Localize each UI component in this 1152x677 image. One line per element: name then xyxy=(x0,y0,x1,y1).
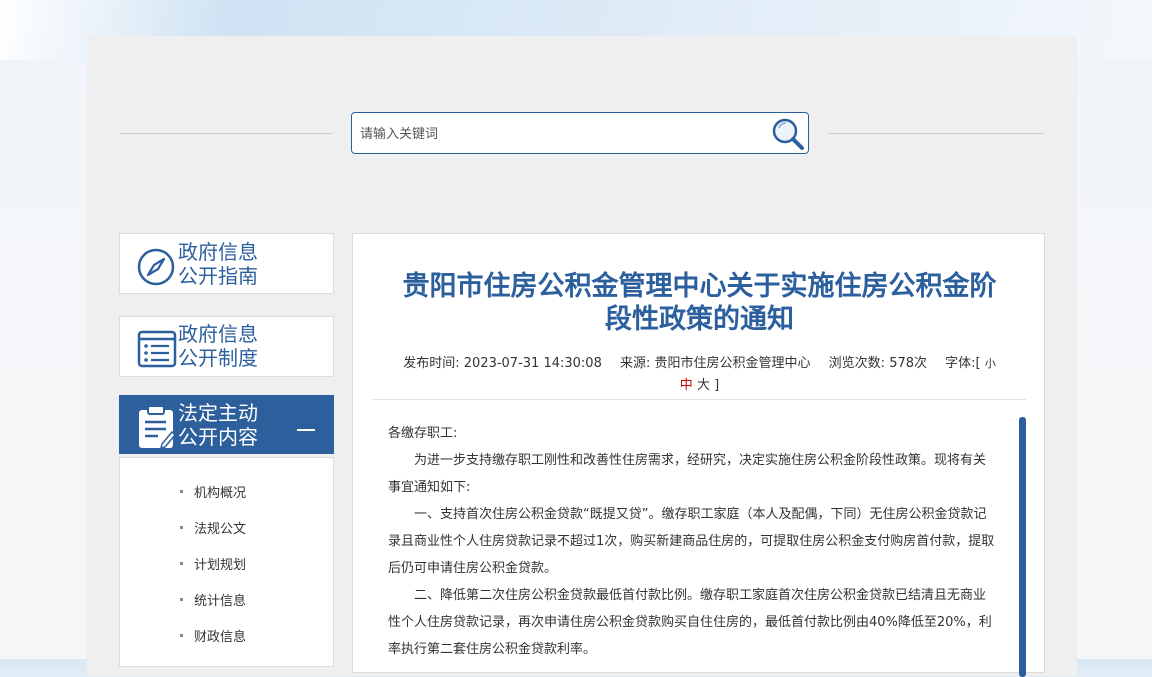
compass-icon xyxy=(137,248,175,286)
sub-menu-item[interactable]: 法规公文 xyxy=(180,518,246,537)
meta-divider xyxy=(373,399,1026,400)
search-divider-left xyxy=(119,133,333,134)
scrollbar[interactable] xyxy=(1019,417,1026,677)
nav-label-content: 法定主动 公开内容 xyxy=(178,401,258,449)
greeting: 各缴存职工: xyxy=(388,426,458,441)
paragraph: 二、降低第二次住房公积金贷款最低首付款比例。缴存职工家庭首次住房公积金贷款已结清… xyxy=(388,588,992,657)
nav-item-content[interactable]: 法定主动 公开内容 xyxy=(119,395,334,454)
bullet-icon xyxy=(180,526,183,529)
bullet-icon xyxy=(180,634,183,637)
source-value: 贵阳市住房公积金管理中心 xyxy=(654,356,811,371)
search-icon xyxy=(772,118,804,150)
article-title: 贵阳市住房公积金管理中心关于实施住房公积金阶 段性政策的通知 xyxy=(402,271,997,335)
sub-menu-item[interactable]: 计划规划 xyxy=(180,554,246,573)
sub-menu: 机构概况 法规公文 计划规划 统计信息 财政信息 xyxy=(119,457,334,667)
article-body: 各缴存职工: 为进一步支持缴存职工刚性和改善性住房需求，经研究，决定实施住房公积… xyxy=(388,420,995,663)
nav-item-system[interactable]: 政府信息 公开制度 xyxy=(119,316,334,377)
nav-label-system: 政府信息 公开制度 xyxy=(178,322,258,370)
search-input[interactable] xyxy=(358,121,762,147)
collapse-icon[interactable] xyxy=(297,429,315,431)
publish-label: 发布时间: xyxy=(403,356,460,371)
sub-menu-item[interactable]: 财政信息 xyxy=(180,626,246,645)
search-button[interactable] xyxy=(770,115,808,151)
sub-menu-item[interactable]: 统计信息 xyxy=(180,590,246,609)
nav-item-guide[interactable]: 政府信息 公开指南 xyxy=(119,233,334,294)
search-bar xyxy=(351,112,809,154)
clipboard-icon xyxy=(139,405,176,450)
source-label: 来源: xyxy=(619,356,651,371)
views-count: 578次 xyxy=(889,356,928,371)
font-small-button[interactable]: 小 xyxy=(985,357,996,370)
views-label: 浏览次数: xyxy=(828,356,886,371)
bullet-icon xyxy=(180,490,183,493)
nav-label-guide: 政府信息 公开指南 xyxy=(178,240,258,288)
article-meta: 发布时间: 2023-07-31 14:30:08 来源: 贵阳市住房公积金管理… xyxy=(373,353,1026,397)
publish-time: 2023-07-31 14:30:08 xyxy=(463,356,602,371)
bullet-icon xyxy=(180,598,183,601)
bullet-icon xyxy=(180,562,183,565)
sub-menu-item[interactable]: 机构概况 xyxy=(180,482,246,501)
font-size-close: ] xyxy=(714,378,720,393)
font-medium-button[interactable]: 中 xyxy=(680,378,693,393)
paragraph: 为进一步支持缴存职工刚性和改善性住房需求，经研究，决定实施住房公积金阶段性政策。… xyxy=(388,453,987,495)
paragraph: 一、支持首次住房公积金贷款“既提又贷”。缴存职工家庭（本人及配偶，下同）无住房公… xyxy=(388,507,995,576)
article-panel: 贵阳市住房公积金管理中心关于实施住房公积金阶 段性政策的通知 发布时间: 202… xyxy=(352,233,1045,677)
font-size-label: 字体:[ xyxy=(945,356,981,371)
list-icon xyxy=(137,330,177,368)
search-divider-right xyxy=(828,133,1044,134)
font-large-button[interactable]: 大 xyxy=(697,378,710,393)
